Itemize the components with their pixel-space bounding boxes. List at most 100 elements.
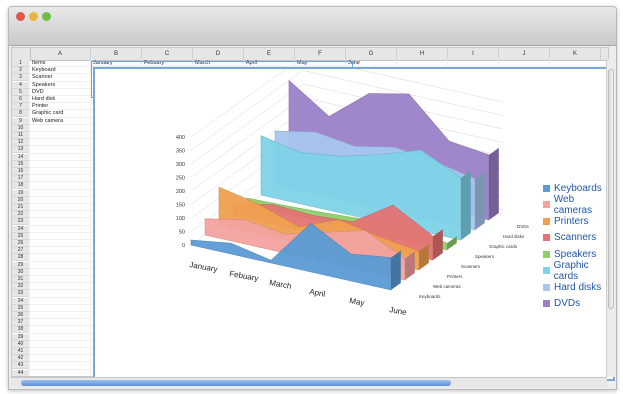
row-header-7[interactable]: 7 xyxy=(12,103,30,111)
vertical-scroll-thumb[interactable] xyxy=(608,69,614,309)
column-header-a[interactable]: A xyxy=(30,48,91,60)
y-tick-label: 400 xyxy=(176,135,185,141)
row-header-3[interactable]: 3 xyxy=(12,74,30,82)
row-header-24[interactable]: 24 xyxy=(12,225,30,233)
row-header-26[interactable]: 26 xyxy=(12,240,30,247)
legend-label: Web cameras xyxy=(553,193,593,216)
row-header-15[interactable]: 15 xyxy=(12,160,30,168)
cell-a2[interactable]: Keyboard xyxy=(32,67,56,74)
y-tick-label: 50 xyxy=(179,230,185,236)
column-header-k[interactable]: K xyxy=(550,48,601,60)
legend-item-graphic-cards[interactable]: Graphic cards xyxy=(543,260,613,282)
row-header-21[interactable]: 21 xyxy=(12,204,30,211)
column-header-h[interactable]: H xyxy=(397,48,448,60)
row-header-35[interactable]: 35 xyxy=(12,304,30,312)
close-window-button[interactable] xyxy=(16,12,25,21)
row-header-44[interactable]: 44 xyxy=(12,369,30,376)
row-header-42[interactable]: 42 xyxy=(12,355,30,363)
row-header-23[interactable]: 23 xyxy=(12,218,30,226)
row-header-27[interactable]: 27 xyxy=(12,247,30,255)
zoom-window-button[interactable] xyxy=(42,12,51,21)
x-category-label: May xyxy=(349,296,365,307)
row-header-17[interactable]: 17 xyxy=(12,175,30,183)
row-header-34[interactable]: 34 xyxy=(12,297,30,305)
column-header-d[interactable]: D xyxy=(193,48,244,60)
row-header-18[interactable]: 18 xyxy=(12,182,30,190)
row-header-25[interactable]: 25 xyxy=(12,232,30,240)
row-header-41[interactable]: 41 xyxy=(12,348,30,355)
select-all-corner[interactable] xyxy=(12,48,31,60)
row-header-13[interactable]: 13 xyxy=(12,146,30,154)
cell-a5[interactable]: DVD xyxy=(32,89,44,96)
row-header-37[interactable]: 37 xyxy=(12,319,30,327)
row-header-9[interactable]: 9 xyxy=(12,117,30,125)
legend-label: DVDs xyxy=(554,298,581,309)
row-header-22[interactable]: 22 xyxy=(12,211,30,219)
row-header-43[interactable]: 43 xyxy=(12,362,30,370)
row-header-40[interactable]: 40 xyxy=(12,340,30,348)
horizontal-scrollbar[interactable] xyxy=(11,377,607,388)
row-header-2[interactable]: 2 xyxy=(12,67,30,75)
legend-swatch xyxy=(543,300,550,307)
row-header-30[interactable]: 30 xyxy=(12,268,30,276)
row-header-31[interactable]: 31 xyxy=(12,276,30,283)
cell-a6[interactable]: Hard disk xyxy=(32,96,55,103)
horizontal-scroll-thumb[interactable] xyxy=(21,380,451,386)
x-category-label: March xyxy=(269,278,292,291)
legend-swatch xyxy=(543,201,550,208)
series-side xyxy=(461,170,471,240)
column-header-j[interactable]: J xyxy=(499,48,550,60)
series-side xyxy=(489,147,499,220)
legend-label: Scanners xyxy=(554,232,597,243)
depth-axis-label: Printers xyxy=(447,274,463,279)
row-header-5[interactable]: 5 xyxy=(12,88,30,96)
x-category-label: January xyxy=(189,260,219,274)
area-chart[interactable]: 0 50 100 150 200 250 300 350 400 January Febuary Ma… xyxy=(93,56,615,381)
row-header-38[interactable]: 38 xyxy=(12,326,30,334)
row-header-36[interactable]: 36 xyxy=(12,312,30,319)
column-header-g[interactable]: G xyxy=(346,48,397,60)
column-header-b[interactable]: B xyxy=(91,48,142,60)
cell-a8[interactable]: Graphic card xyxy=(32,110,64,117)
row-header-39[interactable]: 39 xyxy=(12,333,30,341)
minimize-window-button[interactable] xyxy=(29,12,38,21)
column-gridline xyxy=(29,60,30,376)
row-header-32[interactable]: 32 xyxy=(12,283,30,291)
column-header-e[interactable]: E xyxy=(244,48,295,60)
chart-plot: 0 50 100 150 200 250 300 350 400 January Febuary Ma… xyxy=(176,56,530,317)
legend-item-dvds[interactable]: DVDs xyxy=(543,297,580,311)
legend-item-hard-disks[interactable]: Hard disks xyxy=(543,280,601,294)
column-header-c[interactable]: C xyxy=(142,48,193,60)
row-header-28[interactable]: 28 xyxy=(12,254,30,262)
row-header-20[interactable]: 20 xyxy=(12,196,30,204)
vertical-scrollbar[interactable] xyxy=(606,59,615,377)
cell-a1[interactable]: Items xyxy=(32,60,45,67)
y-tick-label: 250 xyxy=(176,176,185,182)
cell-a7[interactable]: Printer xyxy=(32,103,48,110)
row-header-29[interactable]: 29 xyxy=(12,261,30,269)
row-header-1[interactable]: 1 xyxy=(12,60,30,67)
depth-axis-label: Hard disks xyxy=(503,234,525,239)
row-header-10[interactable]: 10 xyxy=(12,124,30,132)
row-header-4[interactable]: 4 xyxy=(12,81,30,89)
cell-a3[interactable]: Scanner xyxy=(32,74,53,81)
legend-label: Graphic cards xyxy=(553,259,589,282)
row-header-12[interactable]: 12 xyxy=(12,139,30,147)
row-header-8[interactable]: 8 xyxy=(12,110,30,118)
row-header-11[interactable]: 11 xyxy=(12,132,30,139)
row-header-14[interactable]: 14 xyxy=(12,153,30,161)
column-header-f[interactable]: F xyxy=(295,48,346,60)
row-header-19[interactable]: 19 xyxy=(12,189,30,197)
legend-item-web-cameras[interactable]: Web cameras xyxy=(543,194,613,216)
row-header-16[interactable]: 16 xyxy=(12,168,30,175)
y-tick-label: 150 xyxy=(176,203,185,209)
cell-a9[interactable]: Web camera xyxy=(32,118,63,125)
row-header-33[interactable]: 33 xyxy=(12,290,30,298)
column-header-i[interactable]: I xyxy=(448,48,499,60)
title-bar xyxy=(9,7,616,46)
legend-item-printers[interactable]: Printers xyxy=(543,214,588,228)
cell-a4[interactable]: Speakers xyxy=(32,82,55,89)
row-header-6[interactable]: 6 xyxy=(12,96,30,103)
x-category-label: Febuary xyxy=(229,269,259,283)
legend-item-scanners[interactable]: Scanners xyxy=(543,231,596,245)
